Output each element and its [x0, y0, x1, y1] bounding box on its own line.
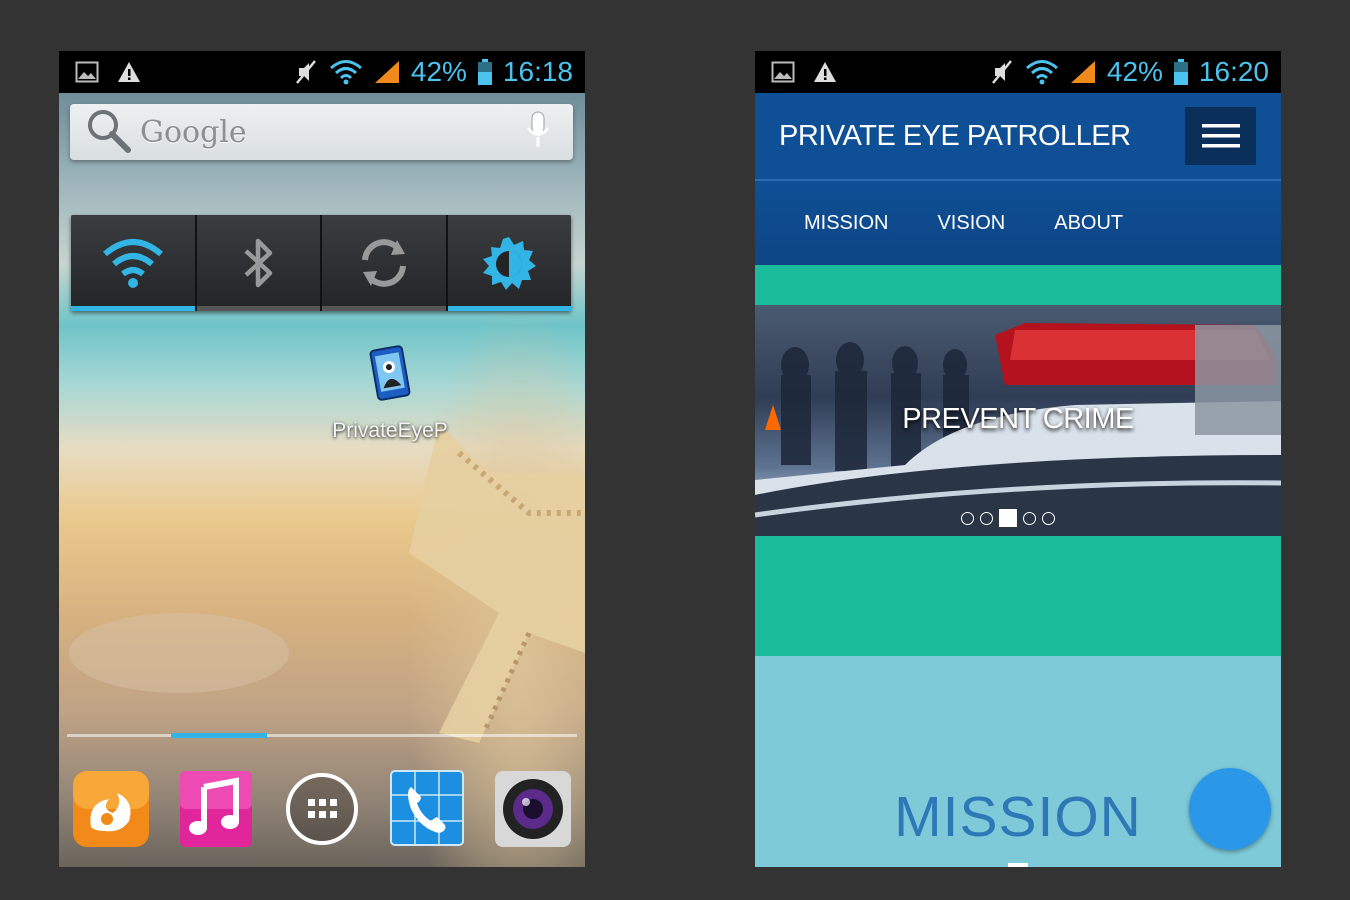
wifi-icon: [102, 239, 163, 288]
bluetooth-toggle[interactable]: [196, 215, 322, 311]
starfish-image: [69, 423, 585, 743]
slider-dot[interactable]: [961, 511, 974, 525]
home-page-indicator: [67, 733, 577, 738]
status-bar: 42% 16:18: [59, 51, 585, 93]
mission-section: MISSION: [755, 656, 1281, 867]
hamburger-icon: [1201, 124, 1240, 148]
wallpaper: [59, 93, 585, 867]
image-icon: [75, 61, 99, 83]
warning-icon: [813, 61, 837, 83]
clock: 16:18: [502, 56, 573, 87]
section-marker: [1008, 863, 1028, 867]
sync-icon: [361, 239, 406, 287]
slide-caption: PREVENT CRIME: [902, 403, 1134, 435]
wifi-toggle-indicator: [71, 306, 195, 311]
hamburger-menu-button[interactable]: [1185, 107, 1256, 165]
nav-link-about[interactable]: ABOUT: [1054, 212, 1123, 235]
teal-strip: [755, 265, 1281, 305]
battery-percent: 42%: [410, 56, 467, 87]
power-control-widget: [71, 215, 571, 311]
bluetooth-toggle-indicator: [196, 306, 320, 311]
app-dock: [59, 769, 585, 853]
signal-icon: [1069, 59, 1097, 85]
sync-toggle-indicator: [322, 306, 446, 311]
app-shortcut-label: PrivateEyeP: [332, 419, 448, 442]
nav-link-vision[interactable]: VISION: [937, 212, 1005, 235]
brightness-toggle-indicator: [447, 306, 571, 311]
slider-dot[interactable]: [1042, 511, 1055, 525]
teal-block: [755, 536, 1281, 656]
image-icon: [771, 61, 795, 83]
image-slider[interactable]: PREVENT CRIME: [755, 305, 1281, 536]
page-indicator-active: [171, 733, 267, 738]
site-header: PRIVATE EYE PATROLLER: [755, 93, 1281, 179]
battery-icon: [1173, 58, 1189, 86]
wifi-toggle[interactable]: [71, 215, 197, 311]
phone-icon[interactable]: [387, 769, 467, 849]
mute-icon: [989, 59, 1015, 85]
brightness-icon: [483, 237, 537, 290]
slider-dot-active[interactable]: [999, 509, 1017, 527]
signal-icon: [373, 59, 401, 85]
slider-pagination: [961, 509, 1055, 527]
warning-icon: [117, 61, 141, 83]
battery-icon: [477, 58, 493, 86]
mute-icon: [293, 59, 319, 85]
nav-link-mission[interactable]: MISSION: [804, 212, 888, 235]
private-eye-app-icon: [369, 344, 412, 401]
bluetooth-icon: [244, 238, 273, 288]
status-bar: 42% 16:20: [755, 51, 1281, 93]
mic-icon[interactable]: [525, 111, 551, 154]
browser-phone: 42% 16:20 PRIVATE EYE PATROLLER MISSION …: [755, 51, 1281, 867]
google-search-bar[interactable]: Google: [70, 104, 573, 160]
music-icon[interactable]: [176, 769, 256, 849]
search-icon: [84, 106, 132, 159]
slider-dot[interactable]: [980, 511, 993, 525]
slider-dot[interactable]: [1023, 511, 1036, 525]
wifi-icon: [1025, 59, 1059, 85]
floating-action-button[interactable]: [1189, 768, 1271, 850]
clock: 16:20: [1198, 56, 1269, 87]
wifi-icon: [329, 59, 363, 85]
private-eye-app-shortcut[interactable]: PrivateEyeP: [325, 344, 455, 443]
brightness-toggle[interactable]: [447, 215, 571, 311]
sync-toggle[interactable]: [322, 215, 448, 311]
uc-browser-icon[interactable]: [71, 769, 151, 849]
home-screen-phone: 42% 16:18 Google PrivateEyeP: [59, 51, 585, 867]
camera-icon[interactable]: [493, 769, 573, 849]
site-nav: MISSION VISION ABOUT: [755, 181, 1281, 265]
battery-percent: 42%: [1106, 56, 1163, 87]
site-brand[interactable]: PRIVATE EYE PATROLLER: [779, 120, 1131, 153]
google-label: Google: [140, 114, 247, 150]
app-drawer-icon[interactable]: [282, 769, 362, 849]
